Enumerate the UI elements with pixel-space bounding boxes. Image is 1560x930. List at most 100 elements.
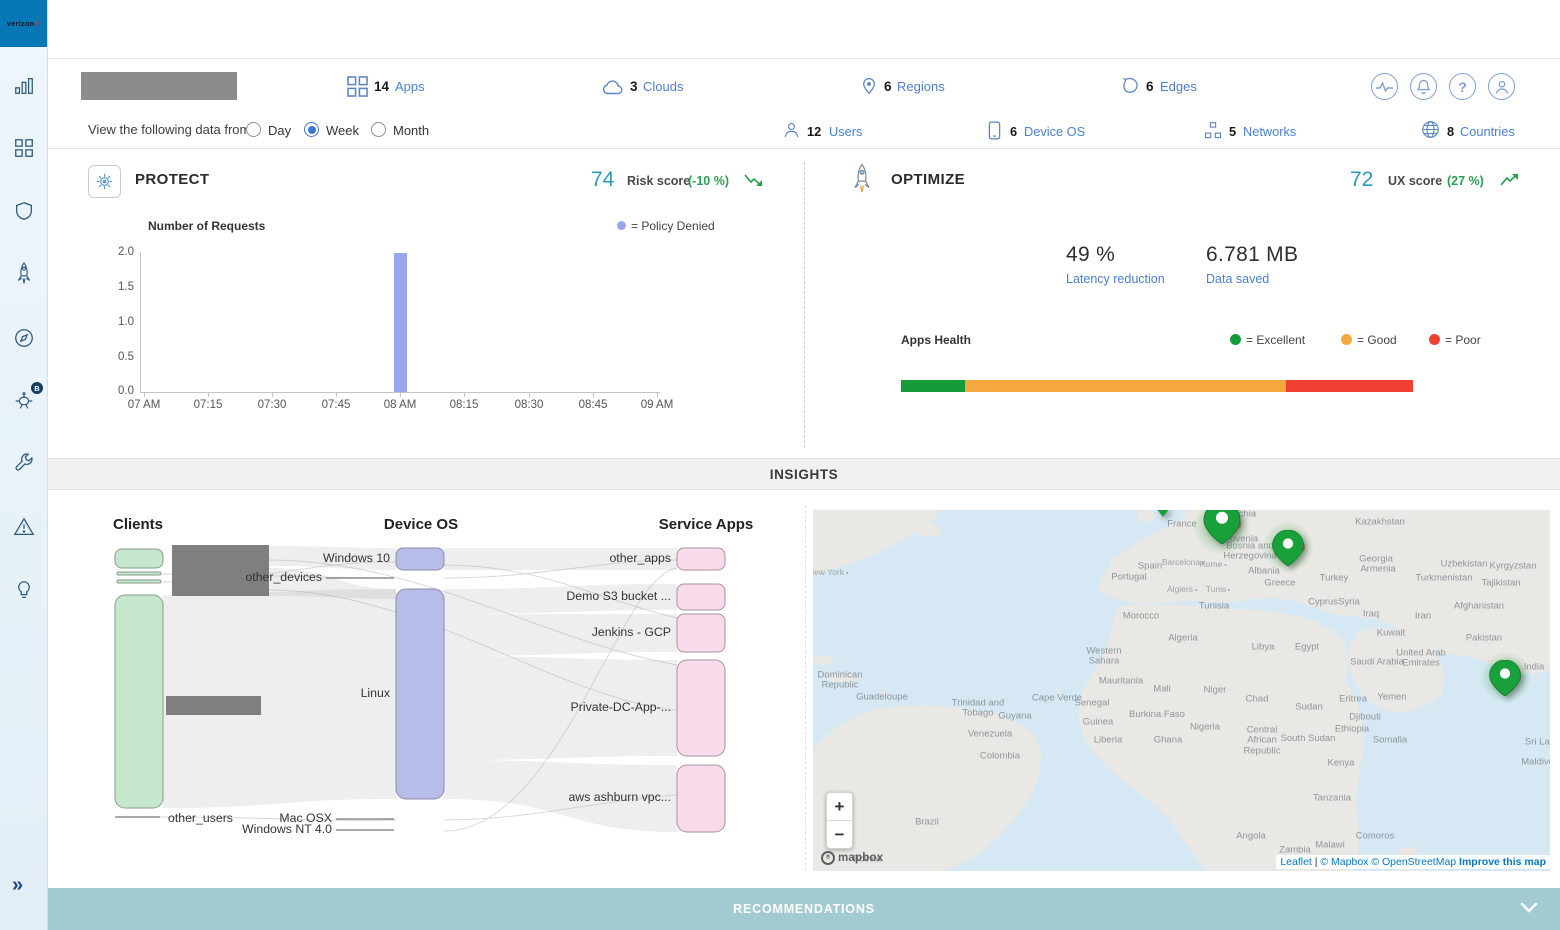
world-map[interactable]: France Ukraine Kazakhstan Czechia Sloven… — [813, 510, 1550, 871]
mapbox-link[interactable]: © Mapbox — [1320, 856, 1371, 868]
radio-day[interactable] — [246, 122, 261, 137]
verizon-logo: verizon✔ — [0, 0, 47, 47]
filter-label: View the following data from: — [88, 122, 254, 137]
sidebar-item-ideas[interactable] — [11, 577, 36, 602]
networks-link[interactable]: Networks — [1243, 124, 1296, 139]
deviceos-count: 6 — [1010, 124, 1017, 139]
sankey-node-linux[interactable] — [396, 589, 444, 799]
map-city-label: Algiers — [1167, 584, 1197, 594]
legend-dot-good — [1341, 334, 1352, 345]
zoom-out-button[interactable]: − — [827, 820, 852, 848]
radio-month[interactable] — [371, 122, 386, 137]
sidebar-item-explore[interactable] — [11, 325, 36, 350]
xtick: 07 AM — [120, 399, 168, 411]
users-link[interactable]: Users — [829, 124, 862, 139]
optimize-score: 72 — [1350, 168, 1373, 192]
legend-poor: = Poor — [1445, 333, 1481, 347]
notifications-button[interactable] — [1410, 73, 1437, 100]
legend-policy-denied: = Policy Denied — [631, 219, 715, 233]
globe-icon — [1421, 120, 1440, 139]
xtick-mark — [529, 392, 530, 397]
radio-week-label[interactable]: Week — [326, 123, 359, 138]
sidebar-item-alerts[interactable] — [11, 514, 36, 539]
sidebar-item-tools[interactable] — [11, 450, 36, 475]
protect-score-label: Risk score — [627, 174, 690, 188]
top-header-bar: 14 Apps 3 Clouds 6 Regions 6 Edges ? — [48, 58, 1560, 114]
sankey-node-client[interactable] — [117, 572, 161, 575]
sankey-node-client[interactable] — [117, 580, 161, 583]
sidebar-item-protect[interactable] — [11, 198, 36, 223]
sankey-node-demo-s3[interactable] — [677, 584, 725, 610]
data-saved-link[interactable]: Data saved — [1206, 272, 1269, 286]
osm-link[interactable]: © OpenStreetMap — [1371, 856, 1459, 868]
protect-icon-box — [88, 165, 121, 198]
regions-link[interactable]: Regions — [897, 79, 945, 94]
map-pin-marker-partial[interactable] — [1156, 510, 1170, 517]
zoom-in-button[interactable]: + — [827, 793, 852, 820]
sidebar-expand-button[interactable]: » — [12, 874, 21, 897]
sidebar: verizon✔ B » — [0, 0, 48, 930]
wrench-icon — [13, 452, 35, 474]
apps-link[interactable]: Apps — [395, 79, 425, 94]
sankey-node-private-dc[interactable] — [677, 660, 725, 756]
bot-icon — [13, 390, 35, 412]
clouds-link[interactable]: Clouds — [643, 79, 683, 94]
xtick: 08:15 — [440, 399, 488, 411]
recommendations-bar[interactable]: RECOMMENDATIONS — [48, 888, 1560, 930]
mapbox-logo[interactable]: ⌾ mapbox — [821, 851, 883, 865]
edge-icon — [1120, 76, 1140, 96]
sidebar-item-analytics[interactable] — [11, 73, 36, 98]
countries-link[interactable]: Countries — [1460, 124, 1515, 139]
sankey-node-windows10[interactable] — [396, 548, 444, 570]
sankey-label-demo-s3: Demo S3 bucket ... — [510, 589, 671, 603]
edges-link[interactable]: Edges — [1160, 79, 1197, 94]
legend-dot-policy-denied — [617, 221, 626, 230]
sidebar-item-optimize[interactable] — [11, 261, 36, 286]
sankey-label-other-users: other_users — [168, 811, 233, 825]
bar-chart-icon — [13, 75, 35, 97]
sankey-node-client[interactable] — [115, 549, 163, 568]
chart-y-axis — [140, 252, 141, 393]
protect-title: PROTECT — [135, 171, 209, 188]
deviceos-link[interactable]: Device OS — [1024, 124, 1085, 139]
sidebar-item-dashboard[interactable] — [11, 135, 36, 160]
latency-value: 49 % — [1066, 243, 1115, 267]
map-pin-marker[interactable] — [1203, 510, 1241, 544]
apps-grid-icon — [347, 76, 368, 97]
map-city-label: Barcelona — [1162, 557, 1204, 567]
sankey-node-other-apps[interactable] — [677, 548, 725, 570]
chevron-down-icon[interactable] — [1520, 902, 1538, 914]
countries-count: 8 — [1447, 124, 1454, 139]
sidebar-item-bot[interactable]: B — [11, 388, 36, 413]
sankey-node-aws-ashburn[interactable] — [677, 765, 725, 832]
radio-month-label[interactable]: Month — [393, 123, 429, 138]
help-button[interactable]: ? — [1449, 73, 1476, 100]
ytick: 2.0 — [116, 246, 134, 258]
insights-header: INSIGHTS — [48, 458, 1560, 490]
leaflet-link[interactable]: Leaflet — [1280, 856, 1312, 868]
map-pin-marker[interactable] — [1272, 530, 1304, 566]
activity-button[interactable] — [1371, 73, 1398, 100]
sankey-node-client-main[interactable] — [115, 595, 163, 808]
latency-link[interactable]: Latency reduction — [1066, 272, 1165, 286]
insights-divider — [805, 505, 806, 870]
xtick-mark — [464, 392, 465, 397]
radio-week[interactable] — [304, 122, 319, 137]
mapbox-logo-icon: ⌾ — [821, 851, 835, 865]
xtick-mark — [657, 392, 658, 397]
map-zoom-control: + − — [826, 792, 853, 849]
sankey-node-jenkins[interactable] — [677, 614, 725, 652]
map-attribution: Leaflet | © Mapbox © OpenStreetMap Impro… — [1276, 855, 1550, 869]
improve-map-link[interactable]: Improve this map — [1459, 856, 1546, 868]
mapbox-logo-text: mapbox — [838, 852, 883, 864]
optimize-score-label: UX score — [1388, 174, 1442, 188]
users-count: 12 — [807, 124, 821, 139]
map-pin-marker[interactable] — [1489, 660, 1521, 696]
insights-title: INSIGHTS — [770, 467, 839, 482]
account-button[interactable] — [1488, 73, 1515, 100]
radio-day-label[interactable]: Day — [268, 123, 291, 138]
shield-icon — [13, 200, 35, 222]
user-icon — [1494, 79, 1510, 95]
ytick: 0.5 — [116, 351, 134, 363]
edges-count: 6 — [1146, 79, 1154, 94]
